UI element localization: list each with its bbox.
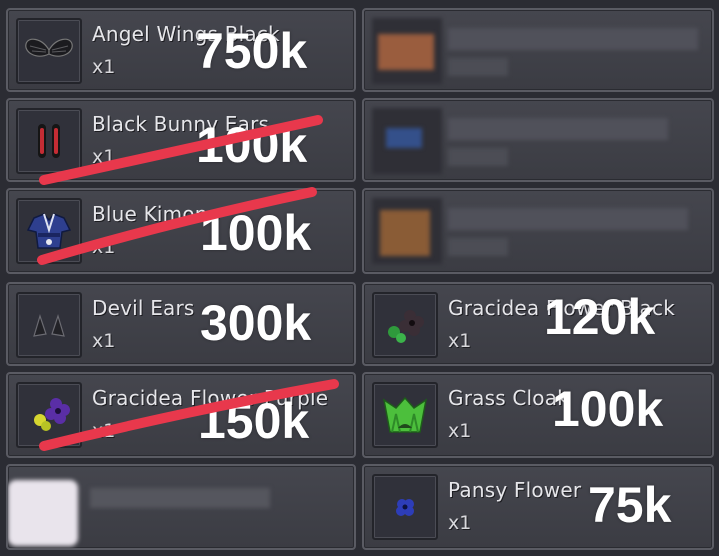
item-quantity: x1 bbox=[92, 146, 116, 168]
pixelated-qty bbox=[448, 238, 508, 256]
pixelated-icon bbox=[8, 480, 78, 546]
item-card-hidden-left[interactable] bbox=[6, 464, 356, 550]
item-quantity: x1 bbox=[448, 330, 472, 352]
item-card-hidden-right-1[interactable] bbox=[362, 8, 714, 92]
item-quantity: x1 bbox=[92, 330, 116, 352]
item-slot bbox=[16, 198, 82, 264]
item-slot bbox=[16, 108, 82, 174]
pixelated-qty bbox=[448, 58, 508, 76]
pixelated-name bbox=[448, 118, 668, 140]
item-name: Devil Ears bbox=[92, 296, 195, 320]
item-quantity: x1 bbox=[448, 420, 472, 442]
price-label: 100k bbox=[200, 205, 312, 261]
black-bunny-ears-icon bbox=[38, 124, 60, 158]
item-slot bbox=[372, 474, 438, 540]
item-name: Pansy Flower bbox=[448, 478, 582, 502]
price-label: 150k bbox=[198, 393, 310, 449]
item-slot bbox=[16, 292, 82, 358]
item-name: Grass Cloak bbox=[448, 386, 569, 410]
pixelated-icon-fill bbox=[378, 34, 434, 70]
price-label: 100k bbox=[552, 381, 664, 437]
gracidea-flower-purple-icon bbox=[34, 398, 70, 431]
item-slot bbox=[16, 382, 82, 448]
price-label: 75k bbox=[588, 477, 672, 533]
inventory-grid: Angel Wings Black x1 Black Bunny Ears x1… bbox=[0, 0, 719, 556]
item-quantity: x1 bbox=[92, 420, 116, 442]
item-card-gracidea-flower-black[interactable]: Gracidea Flower Black x1 bbox=[362, 282, 714, 366]
blue-kimono-icon bbox=[26, 213, 72, 249]
devil-ears-icon bbox=[33, 314, 65, 337]
item-quantity: x1 bbox=[92, 236, 116, 258]
price-label: 100k bbox=[196, 117, 308, 173]
price-label: 750k bbox=[196, 23, 308, 79]
item-slot bbox=[16, 18, 82, 84]
item-card-hidden-right-2[interactable] bbox=[362, 98, 714, 182]
pixelated-name bbox=[448, 208, 688, 230]
grass-cloak-icon bbox=[382, 396, 428, 433]
pixelated-name bbox=[90, 488, 270, 508]
pansy-flower-icon bbox=[396, 499, 414, 516]
pixelated-qty bbox=[448, 148, 508, 166]
item-slot bbox=[372, 292, 438, 358]
item-quantity: x1 bbox=[92, 56, 116, 78]
pixelated-icon-fill bbox=[380, 210, 430, 256]
item-card-hidden-right-3[interactable] bbox=[362, 188, 714, 274]
item-quantity: x1 bbox=[448, 512, 472, 534]
pixelated-name bbox=[448, 28, 698, 50]
price-label: 300k bbox=[200, 295, 312, 351]
item-slot bbox=[372, 382, 438, 448]
angel-wings-black-icon bbox=[25, 38, 73, 57]
price-label: 120k bbox=[544, 289, 656, 345]
pixelated-icon-fill bbox=[386, 128, 422, 148]
gracidea-flower-black-icon bbox=[388, 310, 424, 343]
